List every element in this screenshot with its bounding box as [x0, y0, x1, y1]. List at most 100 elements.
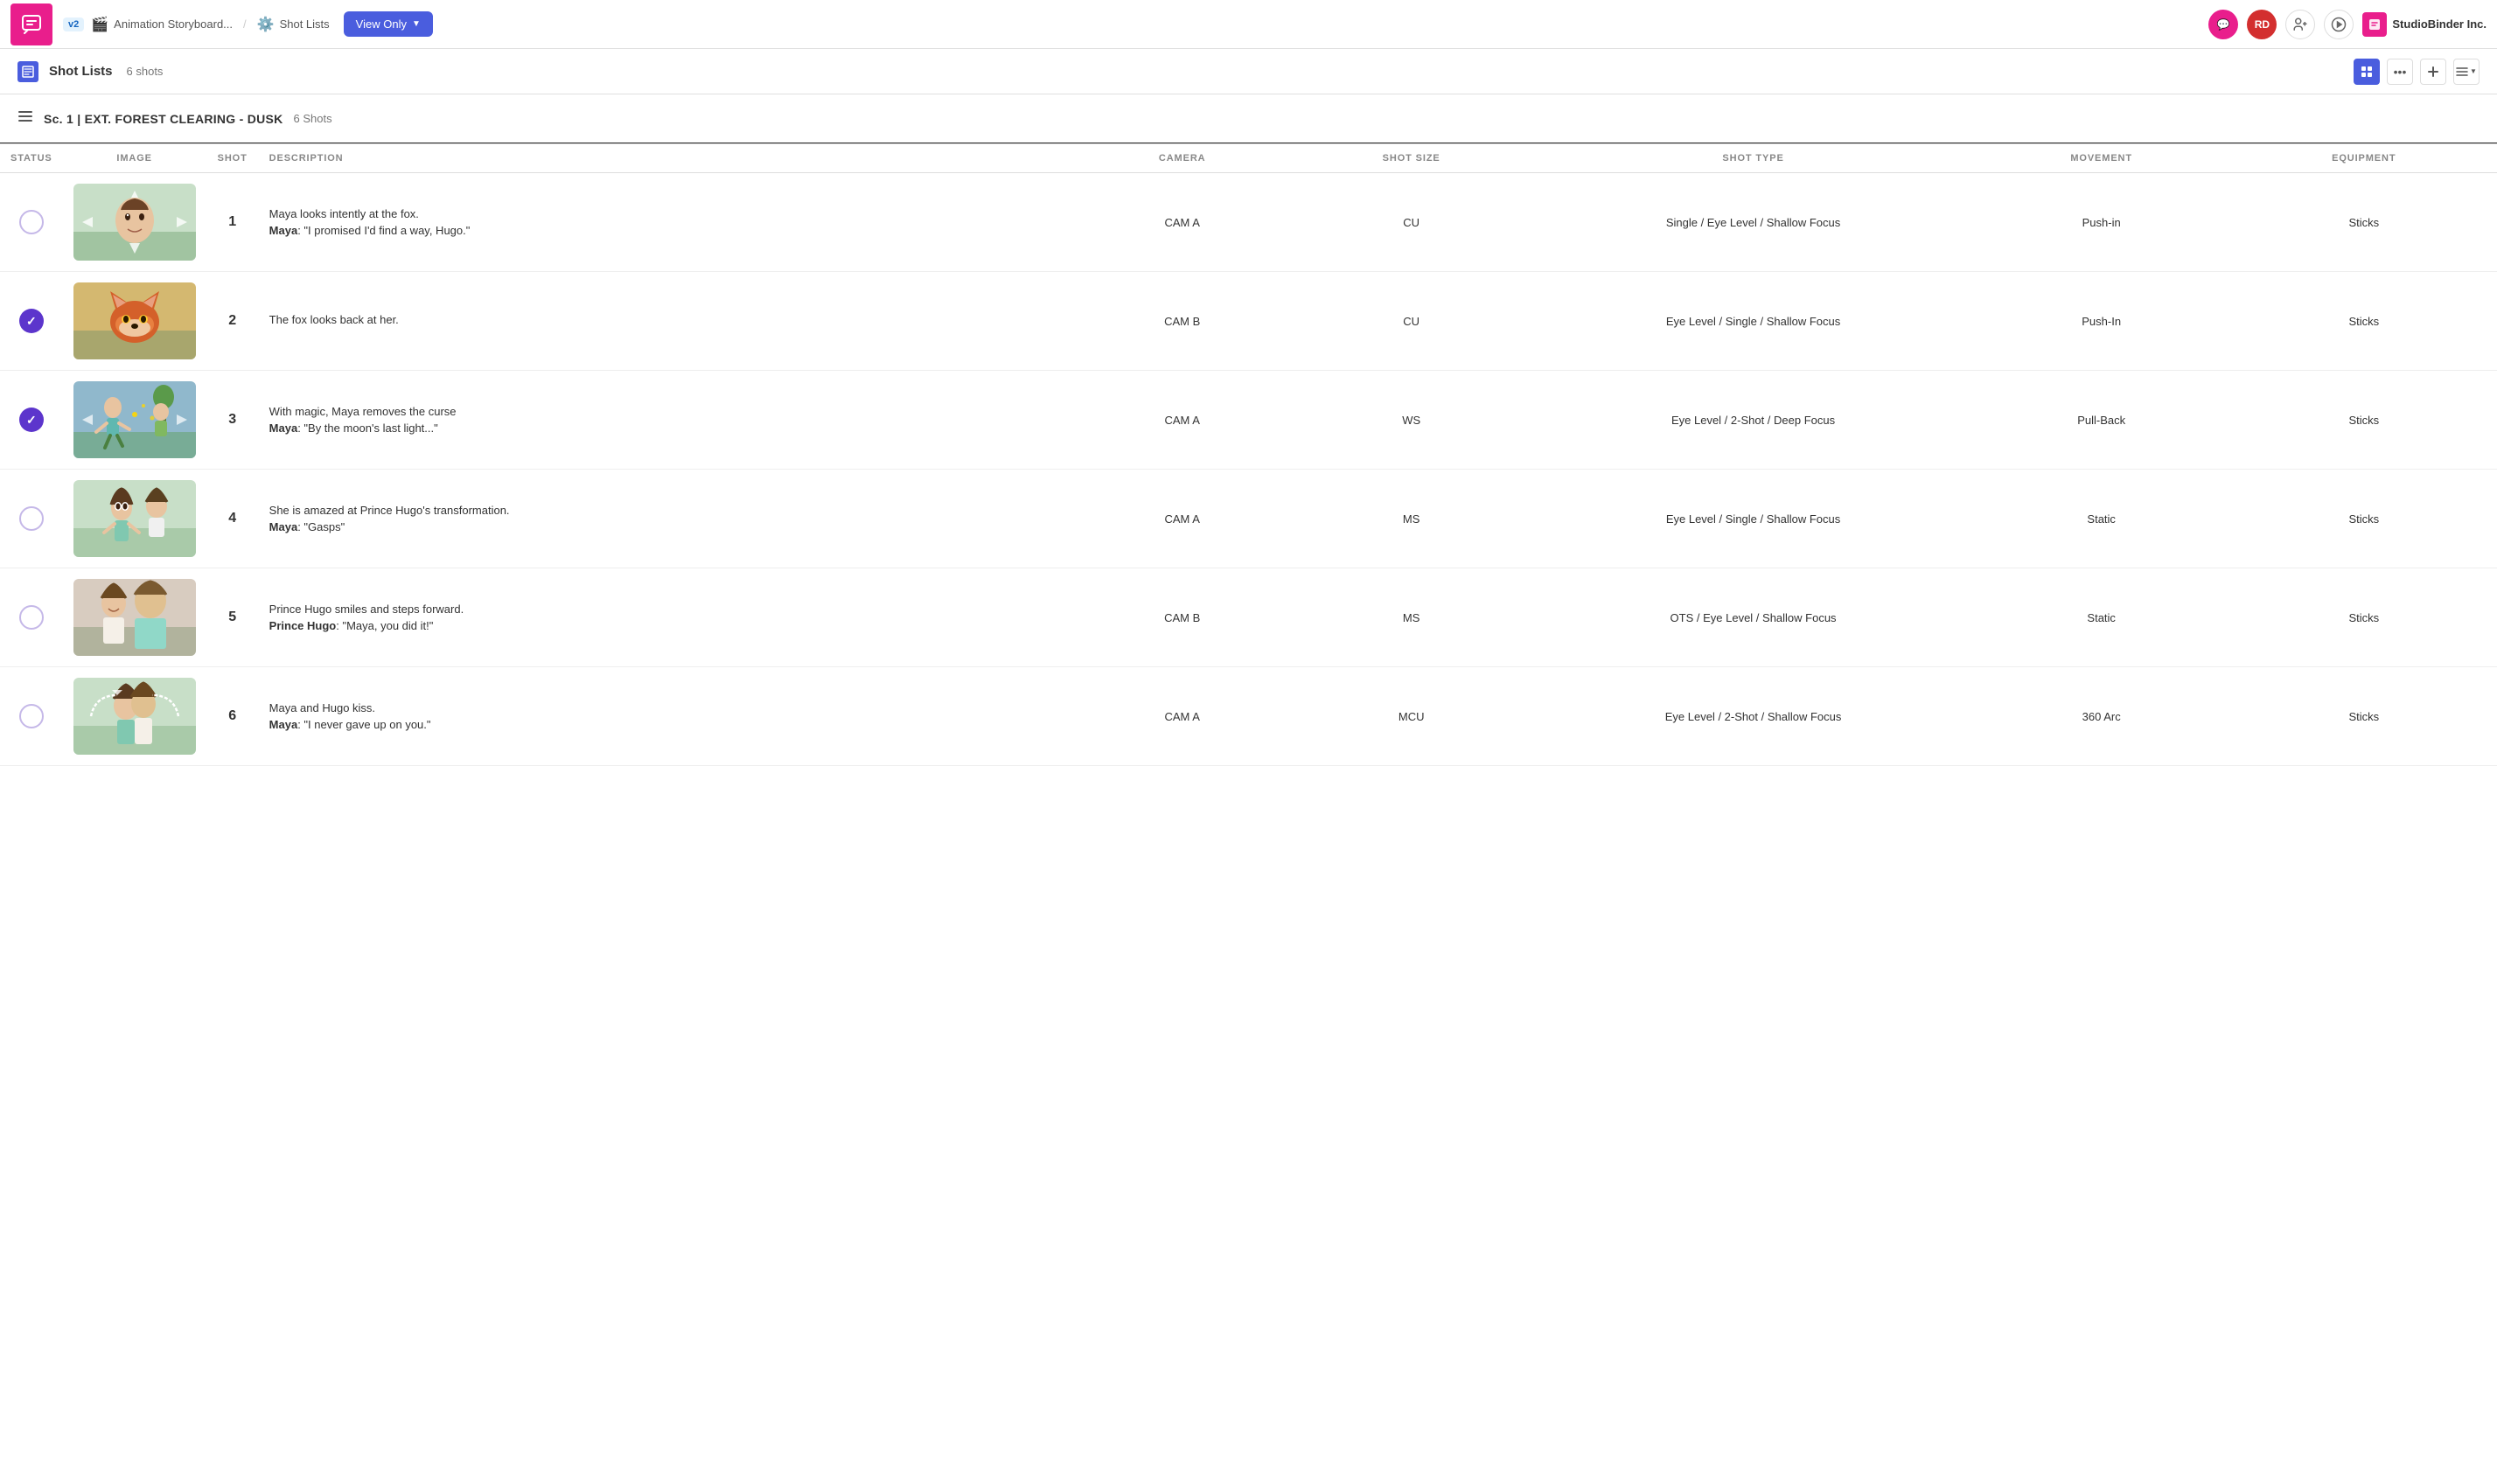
camera: CAM A [1076, 667, 1288, 766]
shot-list-table: STATUS IMAGE SHOT DESCRIPTION CAMERA SHO… [0, 143, 2497, 766]
shot-image-cell [63, 667, 206, 766]
scene-title: Sc. 1 | EXT. FOREST CLEARING - DUSK [44, 112, 283, 126]
description-main: Maya and Hugo kiss. [269, 701, 1066, 714]
storyboard-image [73, 480, 196, 557]
table-row: 6Maya and Hugo kiss.Maya: "I never gave … [0, 667, 2497, 766]
shot-number: 6 [206, 667, 259, 766]
nav-separator: / [243, 17, 247, 31]
status-empty-icon[interactable] [19, 210, 44, 234]
shot-type: Eye Level / 2-Shot / Deep Focus [1534, 371, 1971, 470]
col-shot-type: SHOT TYPE [1534, 144, 1971, 173]
col-shot-size: SHOT SIZE [1288, 144, 1534, 173]
col-equipment: EQUIPMENT [2231, 144, 2497, 173]
equipment: Sticks [2231, 568, 2497, 667]
storyboard-image [73, 678, 196, 755]
shot-type: Eye Level / Single / Shallow Focus [1534, 470, 1971, 568]
table-row: 5Prince Hugo smiles and steps forward.Pr… [0, 568, 2497, 667]
more-options-button[interactable]: ••• [2387, 59, 2413, 85]
nav-shot-lists-item[interactable]: ⚙️ Shot Lists [257, 16, 330, 33]
table-row: 2The fox looks back at her.CAM BCUEye Le… [0, 272, 2497, 371]
nav-project: 🎬 Animation Storyboard... [91, 16, 233, 33]
chevron-down-icon: ▼ [412, 19, 421, 29]
shot-number: 1 [206, 173, 259, 272]
sub-header: Shot Lists 6 shots ••• ▼ [0, 49, 2497, 94]
nav-shot-lists-label: Shot Lists [280, 17, 330, 31]
camera: CAM B [1076, 272, 1288, 371]
table-header-row: STATUS IMAGE SHOT DESCRIPTION CAMERA SHO… [0, 144, 2497, 173]
storyboard-image [73, 381, 196, 458]
studio-binder-name: StudioBinder Inc. [2392, 17, 2487, 31]
chevron-icon: ▼ [2470, 67, 2477, 75]
sub-header-count: 6 shots [127, 65, 164, 78]
status-empty-icon[interactable] [19, 605, 44, 630]
status-empty-icon[interactable] [19, 506, 44, 531]
movement: Static [1972, 568, 2231, 667]
scene-number: Sc. 1 [44, 112, 73, 126]
shot-image-cell [63, 173, 206, 272]
description-main: With magic, Maya removes the curse [269, 405, 1066, 418]
camera: CAM B [1076, 568, 1288, 667]
equipment: Sticks [2231, 371, 2497, 470]
col-description: DESCRIPTION [259, 144, 1077, 173]
status-cell[interactable] [0, 667, 63, 766]
description-main: The fox looks back at her. [269, 313, 1066, 326]
shot-size: CU [1288, 272, 1534, 371]
shot-image-cell [63, 470, 206, 568]
movement: Push-In [1972, 272, 2231, 371]
user-avatar[interactable]: RD [2247, 10, 2277, 39]
shot-size: MCU [1288, 667, 1534, 766]
studio-binder-logo: StudioBinder Inc. [2362, 12, 2487, 37]
camera: CAM A [1076, 470, 1288, 568]
grid-view-button[interactable] [2354, 59, 2380, 85]
status-cell[interactable] [0, 470, 63, 568]
version-badge: v2 [63, 17, 84, 31]
storyboard-image [73, 184, 196, 261]
app-icon [10, 3, 52, 45]
shot-list-table-wrapper: STATUS IMAGE SHOT DESCRIPTION CAMERA SHO… [0, 143, 2497, 766]
col-image: IMAGE [63, 144, 206, 173]
list-view-button[interactable]: ▼ [2453, 59, 2480, 85]
status-done-icon[interactable] [19, 408, 44, 432]
equipment: Sticks [2231, 272, 2497, 371]
sub-header-actions: ••• ▼ [2354, 59, 2480, 85]
scene-lines-icon [17, 108, 33, 129]
camera: CAM A [1076, 173, 1288, 272]
add-user-icon[interactable] [2285, 10, 2315, 39]
description-dialog: Maya: "I promised I'd find a way, Hugo." [269, 224, 1066, 237]
shot-size: WS [1288, 371, 1534, 470]
shot-type: Single / Eye Level / Shallow Focus [1534, 173, 1971, 272]
play-icon[interactable] [2324, 10, 2354, 39]
status-cell[interactable] [0, 272, 63, 371]
status-cell[interactable] [0, 173, 63, 272]
shot-type: Eye Level / 2-Shot / Shallow Focus [1534, 667, 1971, 766]
shot-image-cell [63, 371, 206, 470]
add-button[interactable] [2420, 59, 2446, 85]
shot-description: The fox looks back at her. [259, 272, 1077, 371]
storyboard-image [73, 282, 196, 359]
status-cell[interactable] [0, 371, 63, 470]
scene-header: Sc. 1 | EXT. FOREST CLEARING - DUSK 6 Sh… [0, 94, 2497, 143]
movement: Push-in [1972, 173, 2231, 272]
shot-image-cell [63, 272, 206, 371]
view-only-label: View Only [356, 17, 407, 31]
chat-avatar[interactable]: 💬 [2208, 10, 2238, 39]
col-shot: SHOT [206, 144, 259, 173]
movement: Pull-Back [1972, 371, 2231, 470]
status-cell[interactable] [0, 568, 63, 667]
status-empty-icon[interactable] [19, 704, 44, 728]
shot-type: Eye Level / Single / Shallow Focus [1534, 272, 1971, 371]
shot-image-cell [63, 568, 206, 667]
table-row: 4She is amazed at Prince Hugo's transfor… [0, 470, 2497, 568]
shot-type: OTS / Eye Level / Shallow Focus [1534, 568, 1971, 667]
description-dialog: Maya: "Gasps" [269, 520, 1066, 533]
sb-logo-icon [2362, 12, 2387, 37]
table-row: 3With magic, Maya removes the curseMaya:… [0, 371, 2497, 470]
description-main: Prince Hugo smiles and steps forward. [269, 603, 1066, 616]
view-only-button[interactable]: View Only ▼ [344, 11, 433, 37]
shot-description: Prince Hugo smiles and steps forward.Pri… [259, 568, 1077, 667]
project-name: Animation Storyboard... [114, 17, 233, 31]
status-done-icon[interactable] [19, 309, 44, 333]
movement: Static [1972, 470, 2231, 568]
storyboard-image [73, 579, 196, 656]
table-row: 1Maya looks intently at the fox.Maya: "I… [0, 173, 2497, 272]
